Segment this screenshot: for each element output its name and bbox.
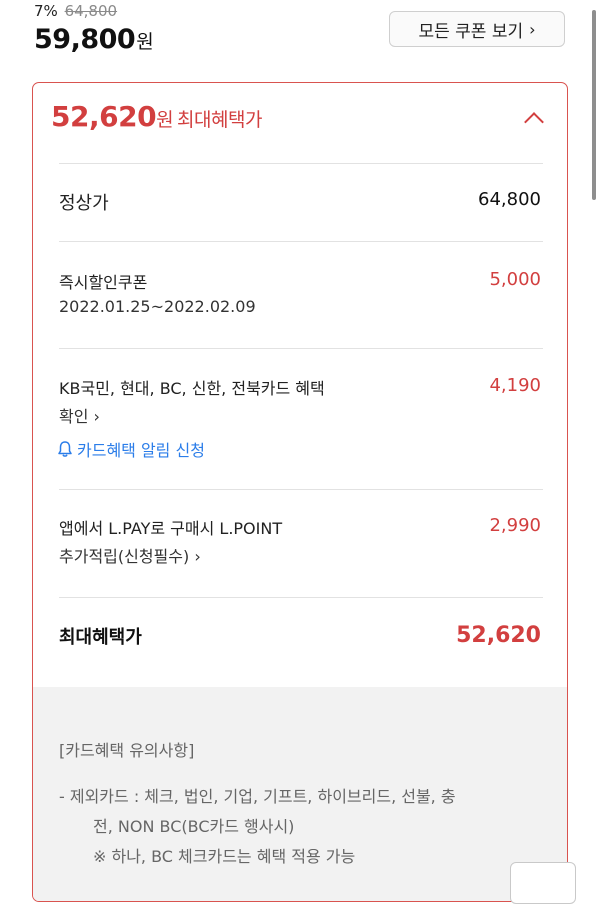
divider [59, 489, 543, 490]
bell-icon [58, 441, 72, 457]
max-benefit-price-value: 52,620 [51, 100, 157, 133]
card-benefit-check-link[interactable]: 확인 › [59, 403, 100, 427]
discount-rate: 7% [34, 2, 58, 20]
floating-button[interactable] [510, 862, 576, 904]
lpay-benefit-sub-label: 추가적립(신청필수) [59, 547, 190, 566]
chevron-up-icon[interactable] [524, 112, 544, 132]
card-benefit-check-label: 확인 [59, 407, 89, 426]
lpay-benefit-label: 앱에서 L.PAY로 구매시 L.POINT [59, 519, 283, 538]
regular-price-value: 64,800 [478, 189, 541, 210]
lpay-benefit-value: 2,990 [489, 515, 541, 536]
card-notice-box: [카드혜택 유의사항] - 제외카드 : 체크, 법인, 기업, 기프트, 하이… [33, 687, 567, 901]
instant-coupon-period: 2022.01.25~2022.02.09 [59, 297, 256, 316]
card-notice-line: 전, NON BC(BC카드 행사시) [93, 817, 295, 836]
card-benefit-label: KB국민, 현대, BC, 신한, 전북카드 혜택 [59, 379, 325, 398]
view-all-coupons-button[interactable]: 모든 쿠폰 보기 › [389, 11, 565, 47]
regular-price-label: 정상가 [59, 193, 109, 214]
card-notice-line: - 제외카드 : 체크, 법인, 기업, 기프트, 하이브리드, 선불, 충 [59, 787, 456, 806]
divider [59, 348, 543, 349]
divider [59, 241, 543, 242]
max-benefit-card: 52,620원 최대혜택가 정상가 64,800 즉시할인쿠폰 2022.01.2… [32, 82, 568, 902]
sale-price: 59,800원 [34, 24, 154, 55]
price-header: 7% 64,800 59,800원 모든 쿠폰 보기 › [0, 0, 600, 70]
scrollbar[interactable] [592, 10, 596, 200]
card-benefit-alert-link[interactable]: 카드혜택 알림 신청 [57, 437, 205, 461]
benefit-card-header[interactable]: 52,620원 최대혜택가 [33, 83, 567, 163]
chevron-right-icon: › [529, 19, 536, 39]
card-notice-title: [카드혜택 유의사항] [59, 741, 195, 760]
divider [59, 163, 543, 164]
original-price: 64,800 [64, 2, 118, 20]
total-benefit-label: 최대혜택가 [59, 627, 142, 648]
card-benefit-alert-label: 카드혜택 알림 신청 [77, 441, 205, 460]
chevron-right-icon: › [194, 547, 201, 566]
divider [59, 597, 543, 598]
view-all-coupons-label: 모든 쿠폰 보기 [418, 21, 524, 42]
chevron-right-icon: › [93, 407, 100, 426]
total-benefit-value: 52,620 [456, 623, 541, 648]
max-benefit-label: 최대혜택가 [177, 109, 262, 131]
instant-coupon-label: 즉시할인쿠폰 [59, 273, 148, 292]
card-benefit-value: 4,190 [489, 375, 541, 396]
card-notice-line: ※ 하나, BC 체크카드는 혜택 적용 가능 [93, 847, 356, 866]
sale-price-value: 59,800 [34, 24, 136, 55]
max-benefit-price-unit: 원 [156, 109, 174, 131]
discount-info: 7% 64,800 [34, 2, 117, 20]
lpay-benefit-link[interactable]: 추가적립(신청필수) › [59, 543, 201, 567]
max-benefit-price: 52,620원 최대혜택가 [51, 100, 262, 133]
instant-coupon-value: 5,000 [489, 269, 541, 290]
currency-unit: 원 [136, 31, 154, 53]
